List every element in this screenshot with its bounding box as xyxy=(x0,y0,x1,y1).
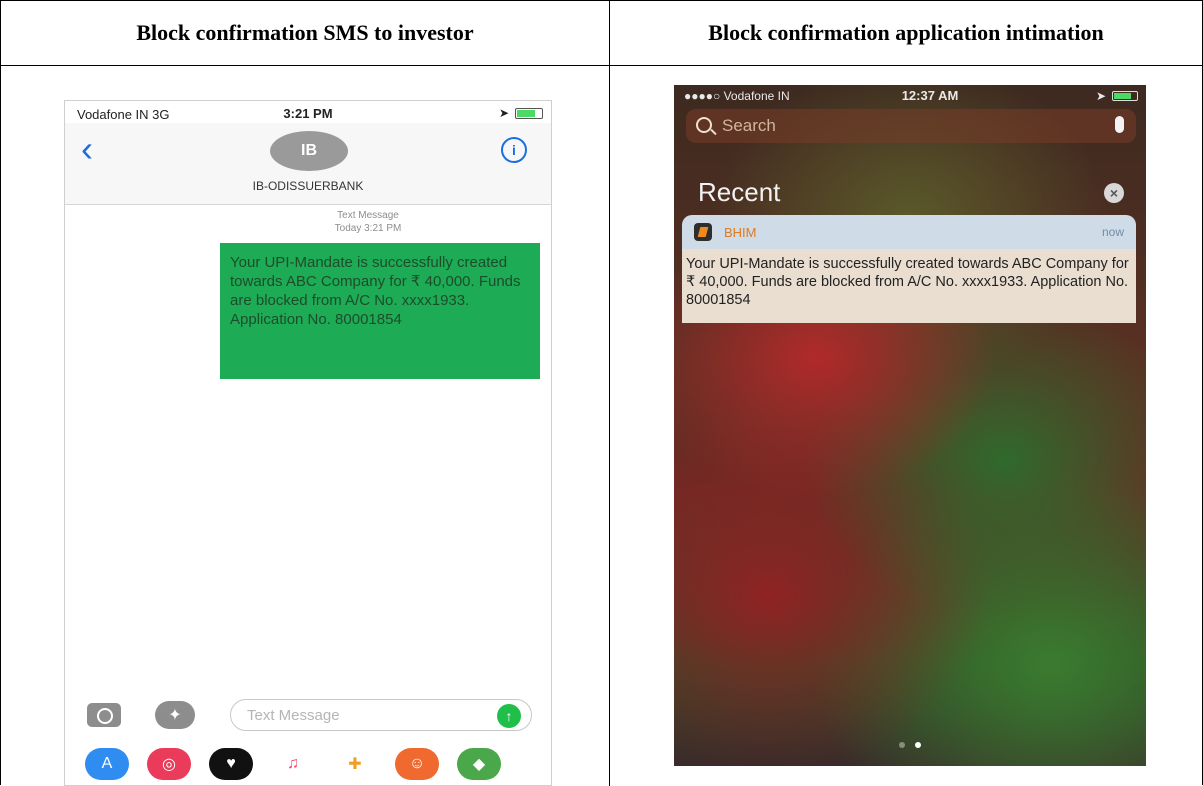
digital-touch-app-icon[interactable]: ♥ xyxy=(209,748,253,780)
status-time: 12:37 AM xyxy=(901,88,959,103)
notification-app-name: BHIM xyxy=(724,224,757,240)
left-column-header: Block confirmation SMS to investor xyxy=(1,1,609,66)
column-divider xyxy=(609,1,610,786)
search-icon xyxy=(696,117,712,133)
search-field[interactable]: Search xyxy=(686,109,1136,143)
app-store-icon[interactable]: ✦ xyxy=(155,701,195,729)
page-dot-active[interactable] xyxy=(915,742,921,748)
location-icon: ➤ xyxy=(1095,89,1106,103)
message-date-label: Today 3:21 PM xyxy=(334,223,402,234)
message-input-placeholder: Text Message xyxy=(247,707,340,724)
microphone-icon[interactable] xyxy=(1115,116,1124,133)
notification-screenshot: ●●●●○ Vodafone IN 12:37 AM ➤ Search Rece… xyxy=(674,85,1146,766)
animoji-app-icon[interactable]: ☺ xyxy=(395,748,439,780)
search-placeholder: Search xyxy=(722,116,776,135)
bhim-notification[interactable]: BHIM now Your UPI-Mandate is successfull… xyxy=(682,215,1136,323)
status-icons: ➤ xyxy=(499,106,543,120)
photos-app-icon[interactable]: ✚ xyxy=(333,748,377,780)
notification-header: BHIM now xyxy=(682,215,1136,249)
camera-icon[interactable] xyxy=(87,703,121,727)
message-input[interactable]: Text Message ↑ xyxy=(230,699,532,731)
compose-bar: ✦ Text Message ↑ xyxy=(65,691,551,739)
contact-avatar[interactable]: IB xyxy=(270,131,348,171)
music-app-icon[interactable]: ♫ xyxy=(271,748,315,780)
search-images-app-icon[interactable]: ◎ xyxy=(147,748,191,780)
contact-name[interactable]: IB-ODISSUERBANK xyxy=(65,179,551,193)
sms-message-bubble: Your UPI-Mandate is successfully created… xyxy=(220,243,540,379)
status-bar: ●●●●○ Vodafone IN 12:37 AM ➤ xyxy=(674,85,1146,107)
notification-body: Your UPI-Mandate is successfully created… xyxy=(682,249,1136,323)
back-chevron-icon[interactable]: ‹ xyxy=(81,131,93,167)
app-store-app-icon[interactable]: A xyxy=(85,748,129,780)
notification-time: now xyxy=(1101,225,1124,239)
sms-screenshot: Vodafone IN 3G 3:21 PM ➤ ‹ IB IB-ODISSUE… xyxy=(64,100,552,786)
battery-icon xyxy=(515,107,543,119)
document-table: Block confirmation SMS to investor Block… xyxy=(0,0,1203,786)
clear-notifications-icon[interactable]: × xyxy=(1104,183,1124,203)
message-type-label: Text Message xyxy=(337,210,399,221)
conversation-header: ‹ IB IB-ODISSUERBANK i xyxy=(65,123,551,205)
page-indicator xyxy=(674,742,1146,748)
right-column-header: Block confirmation application intimatio… xyxy=(609,1,1203,66)
message-timestamp: Text Message Today 3:21 PM xyxy=(65,209,551,235)
page-dot[interactable] xyxy=(899,742,905,748)
battery-icon xyxy=(1112,91,1138,101)
send-arrow-icon[interactable]: ↑ xyxy=(497,704,521,728)
maps-app-icon[interactable]: ◆ xyxy=(457,748,501,780)
status-icons: ➤ xyxy=(1096,89,1138,103)
info-icon[interactable]: i xyxy=(501,137,527,163)
bhim-app-icon xyxy=(694,223,712,241)
recent-section-title: Recent xyxy=(698,177,781,207)
location-icon: ➤ xyxy=(498,106,509,120)
status-time: 3:21 PM xyxy=(283,106,333,121)
imessage-app-drawer: A ◎ ♥ ♫ ✚ ☺ ◆ xyxy=(65,741,551,785)
